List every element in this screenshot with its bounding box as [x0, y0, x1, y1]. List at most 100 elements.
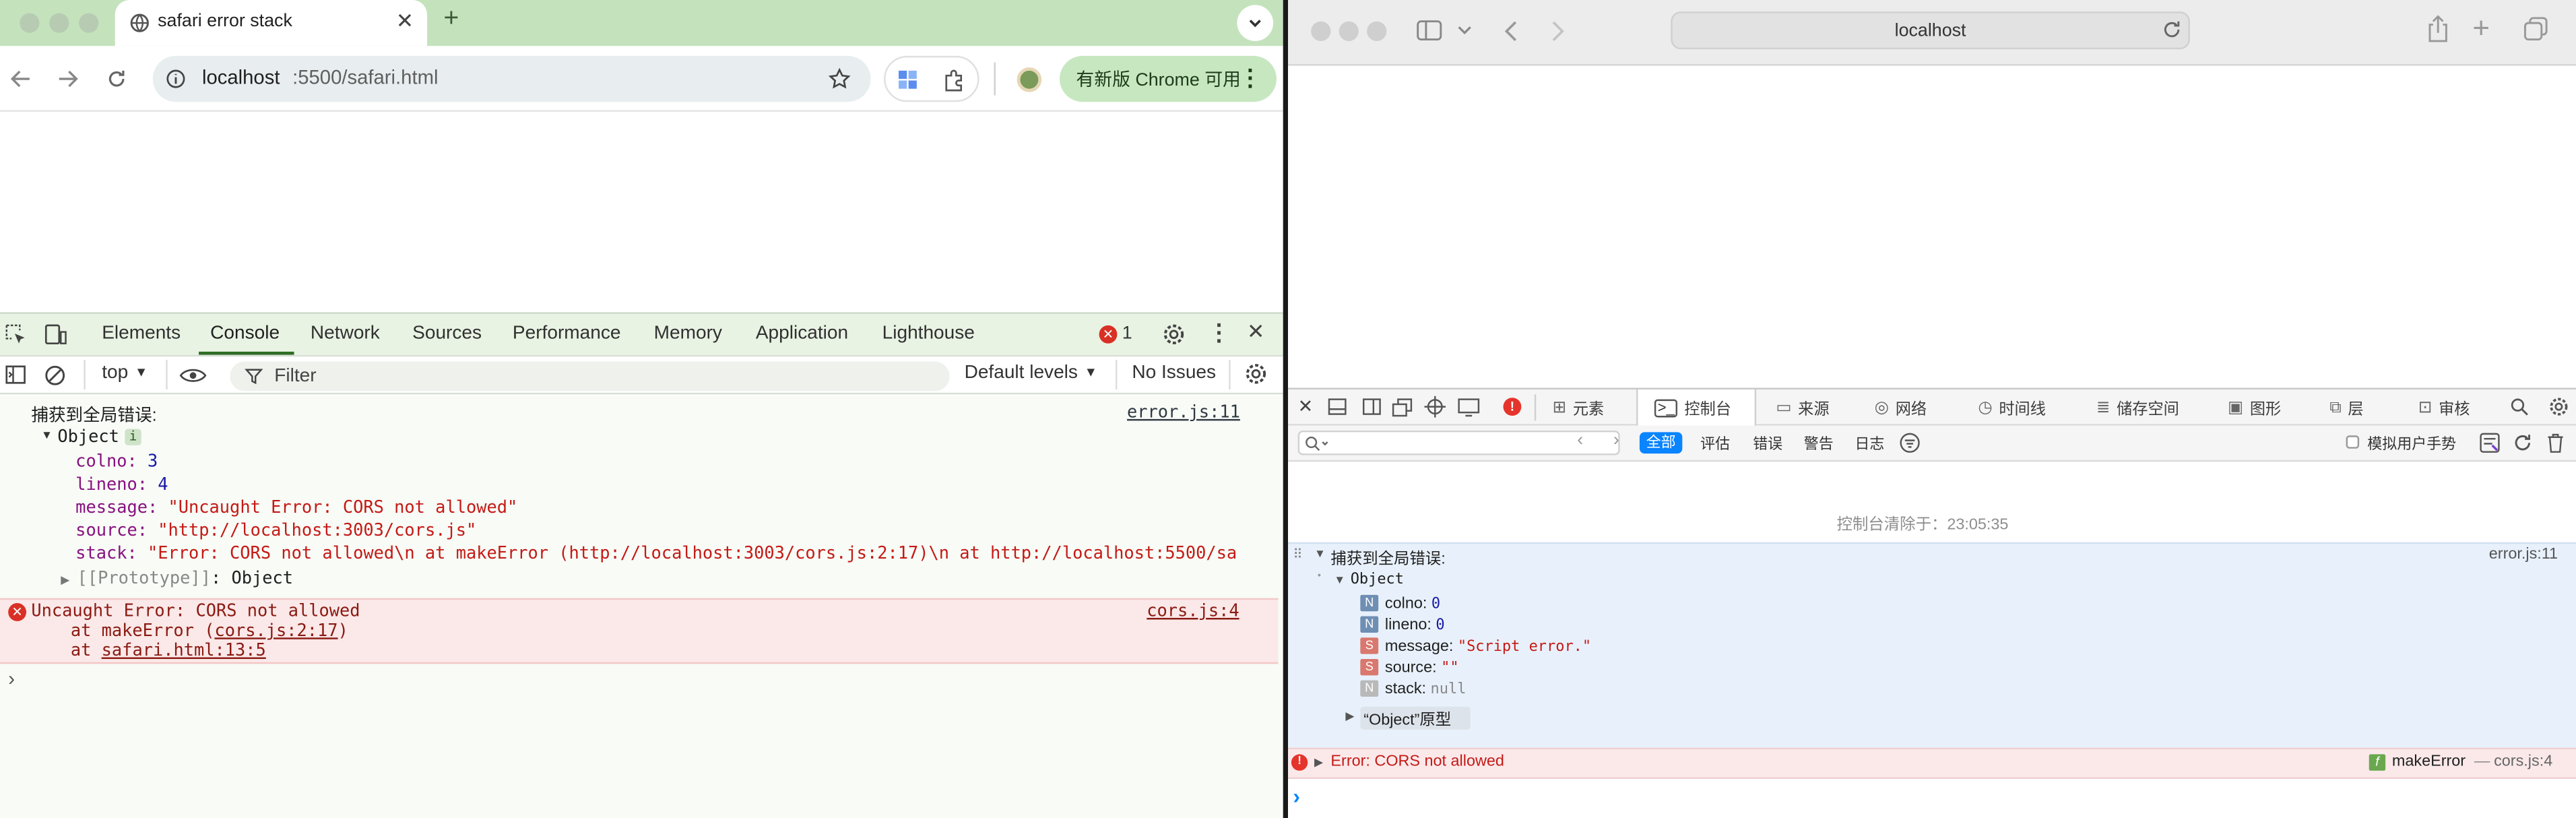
menu-kebab-icon[interactable]: ⋮: [1239, 66, 1262, 89]
close-inspector-icon[interactable]: ✕: [1298, 396, 1313, 417]
close-window-button[interactable]: [1311, 21, 1331, 41]
minimize-window-button[interactable]: [1339, 21, 1359, 41]
search-icon[interactable]: [2510, 398, 2528, 416]
tab-audit[interactable]: ⊡ 审核: [2418, 389, 2470, 426]
object-prototype[interactable]: “Object”原型: [1360, 706, 1471, 730]
console-settings-gear-icon[interactable]: [1244, 362, 1268, 387]
tab-lighthouse[interactable]: Lighthouse: [882, 323, 975, 343]
issues-counter[interactable]: No Issues: [1132, 363, 1216, 383]
zoom-window-button[interactable]: [79, 13, 99, 33]
tab-console[interactable]: Console: [210, 323, 280, 343]
reload-icon[interactable]: [2162, 20, 2181, 39]
reload-icon[interactable]: [107, 69, 127, 88]
sidebar-toggle-icon[interactable]: [5, 365, 26, 384]
frame-link[interactable]: safari.html:13:5: [102, 641, 266, 660]
tab-sources[interactable]: ▭ 来源: [1776, 389, 1829, 426]
reload-console-icon[interactable]: [2512, 432, 2534, 453]
prototype-row[interactable]: [[Prototype]]: Object: [77, 569, 293, 588]
tab-graphics[interactable]: ▣ 图形: [2228, 389, 2281, 426]
update-chrome-button[interactable]: 有新版 Chrome 可用 ⋮: [1060, 55, 1277, 102]
tab-storage[interactable]: ≣ 储存空间: [2096, 389, 2179, 426]
expand-triangle-icon[interactable]: ▼: [41, 431, 53, 442]
puzzle-icon[interactable]: [943, 69, 966, 92]
close-window-button[interactable]: [20, 13, 40, 33]
context-selector[interactable]: top: [102, 363, 128, 383]
preserve-log-icon[interactable]: [2479, 432, 2501, 453]
zoom-window-button[interactable]: [1367, 21, 1387, 41]
omnibox[interactable]: localhost :5500/safari.html: [152, 55, 871, 102]
sidebar-icon[interactable]: [1416, 20, 1442, 41]
error-function-name[interactable]: makeError: [2392, 753, 2466, 771]
dock-bottom-icon[interactable]: [1328, 398, 1347, 416]
device-settings-icon[interactable]: [1457, 398, 1480, 417]
tab-network[interactable]: ◎ 网络: [1875, 389, 1927, 426]
console-prompt[interactable]: ›: [1293, 784, 1300, 809]
info-badge-icon[interactable]: i: [125, 429, 141, 445]
dock-side-icon[interactable]: [1362, 398, 1382, 416]
forward-arrow-icon[interactable]: [1551, 20, 1566, 42]
tab-timelines[interactable]: ◷ 时间线: [1978, 389, 2046, 426]
chevron-down-icon[interactable]: [1457, 25, 1472, 36]
tab-search-button[interactable]: [1237, 5, 1274, 41]
error-source-link[interactable]: cors.js:4: [1147, 602, 1239, 621]
tab-sources[interactable]: Sources: [412, 323, 482, 343]
new-tab-button[interactable]: +: [443, 5, 459, 34]
log-levels-dropdown[interactable]: Default levels: [965, 363, 1078, 383]
console-prompt[interactable]: ›: [8, 667, 15, 690]
trash-icon[interactable]: [2546, 432, 2565, 453]
tab-console[interactable]: >_ 控制台: [1636, 389, 1757, 426]
tab-elements[interactable]: Elements: [102, 323, 181, 343]
back-arrow-icon[interactable]: [10, 69, 32, 88]
filter-all[interactable]: 全部: [1639, 432, 1683, 454]
crosshair-icon[interactable]: [1424, 396, 1446, 418]
prototype-expand-icon[interactable]: ▶: [61, 573, 69, 587]
object-expand-icon[interactable]: ▼: [1334, 575, 1345, 587]
tab-overview-icon[interactable]: [2523, 16, 2548, 41]
tab-network[interactable]: Network: [311, 323, 380, 343]
error-expand-icon[interactable]: ▶: [1314, 756, 1323, 769]
object-label[interactable]: Object: [57, 427, 119, 447]
error-indicator-icon[interactable]: !: [1503, 398, 1522, 416]
log-source-link[interactable]: error.js:11: [2489, 546, 2558, 564]
device-toolbar-icon[interactable]: [44, 323, 67, 345]
back-arrow-icon[interactable]: [1504, 20, 1518, 42]
devtools-menu-icon[interactable]: ⋮: [1208, 319, 1231, 346]
extension-icon[interactable]: [897, 69, 919, 90]
clear-console-icon[interactable]: [44, 365, 66, 386]
inspect-element-icon[interactable]: [5, 323, 26, 345]
settings-gear-icon[interactable]: [1161, 322, 1186, 347]
filter-errors[interactable]: 错误: [1753, 432, 1782, 453]
tab-performance[interactable]: Performance: [513, 323, 621, 343]
address-bar[interactable]: localhost: [1671, 11, 2190, 50]
frame-link[interactable]: cors.js:2:17: [214, 621, 337, 641]
live-expression-eye-icon[interactable]: [179, 367, 207, 385]
tab-elements[interactable]: ⊞ 元素: [1553, 389, 1605, 426]
expand-triangle-icon[interactable]: ▼: [1314, 549, 1326, 561]
levels-chevron-icon[interactable]: ▼: [1085, 365, 1097, 379]
forward-arrow-icon[interactable]: [57, 69, 79, 88]
console-filter-input[interactable]: Filter: [230, 361, 950, 391]
object-label[interactable]: Object: [1351, 572, 1404, 588]
share-icon[interactable]: [2426, 15, 2449, 42]
context-dropdown-icon[interactable]: ▼: [135, 365, 148, 379]
new-tab-button[interactable]: +: [2472, 11, 2490, 46]
filter-back-icon[interactable]: ‹: [1577, 431, 1583, 450]
site-info-icon[interactable]: [166, 69, 185, 88]
profile-avatar[interactable]: [1017, 67, 1042, 92]
browser-tab[interactable]: safari error stack ✕: [115, 0, 428, 46]
filter-warnings[interactable]: 警告: [1804, 432, 1834, 453]
error-count[interactable]: 1: [1122, 323, 1132, 343]
simulate-gesture-checkbox[interactable]: [2346, 435, 2360, 449]
prototype-expand-icon[interactable]: ▶: [1345, 710, 1354, 723]
tab-layers[interactable]: ⧉ 层: [2329, 389, 2363, 426]
console-filter-input[interactable]: [1297, 430, 1620, 455]
close-devtools-icon[interactable]: ✕: [1247, 319, 1265, 345]
detach-window-icon[interactable]: [1392, 398, 1413, 417]
close-tab-icon[interactable]: ✕: [396, 8, 414, 34]
settings-gear-icon[interactable]: [2548, 396, 2570, 418]
error-count-icon[interactable]: ✕: [1099, 325, 1118, 344]
filter-evaluations[interactable]: 评估: [1700, 432, 1730, 453]
minimize-window-button[interactable]: [49, 13, 69, 33]
tab-application[interactable]: Application: [756, 323, 848, 343]
log-source-link[interactable]: error.js:11: [1127, 403, 1240, 422]
